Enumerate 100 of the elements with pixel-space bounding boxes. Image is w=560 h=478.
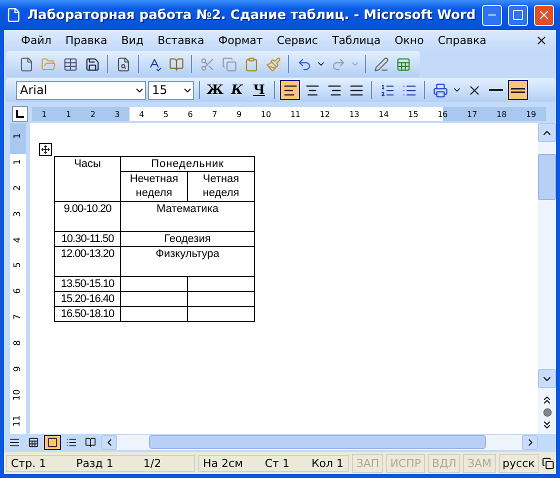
- ruler-number: 4: [139, 110, 144, 118]
- underline-button[interactable]: Ч: [249, 80, 269, 100]
- ruler-number: 4: [13, 236, 23, 242]
- browse-object-icon[interactable]: [542, 408, 552, 417]
- normal-view-icon: [9, 436, 20, 448]
- ruler-number: 13: [349, 110, 360, 118]
- next-page-icon[interactable]: [541, 419, 553, 431]
- ruler-number: 1: [13, 133, 23, 139]
- scroll-right-button[interactable]: [522, 434, 538, 450]
- ruler-number: 2: [90, 110, 96, 118]
- scroll-up-button[interactable]: [538, 123, 556, 142]
- cut-icon: [200, 56, 214, 72]
- ruler-number: 7: [13, 314, 23, 320]
- menu-item[interactable]: Окно: [388, 34, 431, 46]
- ruler-number: 9: [13, 366, 23, 372]
- table-cell: 13.50-15.10: [54, 276, 120, 292]
- paste-icon: [244, 56, 258, 72]
- numbered-list-icon: [380, 82, 394, 98]
- border-icon: [511, 88, 525, 92]
- web-view-icon: [28, 436, 39, 448]
- menu-item[interactable]: Файл: [14, 34, 58, 46]
- table-cell: Понедельник: [120, 156, 254, 172]
- undo-icon: [296, 56, 312, 72]
- window-title: Лабораторная работа №2. Сдание таблиц. - Microsoft Word: [27, 8, 476, 22]
- print-view-icon: [47, 436, 58, 448]
- menu-item[interactable]: Правка: [58, 34, 114, 46]
- ruler-number: 1: [66, 110, 72, 118]
- ruler-number: 17: [467, 110, 478, 118]
- drawing-icon: [374, 56, 388, 72]
- table-cell: 15.20-16.40: [54, 292, 120, 306]
- previous-page-icon[interactable]: [541, 394, 553, 406]
- maximize-button[interactable]: [508, 4, 528, 26]
- ruler-number: 16: [438, 110, 448, 118]
- copy-icon: [222, 56, 236, 72]
- menu-item[interactable]: Вид: [114, 34, 151, 46]
- table-cell: 10.30-11.50: [54, 232, 120, 246]
- table-cell: 12.00-13.20: [54, 246, 120, 276]
- align-left-button[interactable]: [280, 80, 300, 100]
- language-indicator[interactable]: русск: [498, 454, 539, 472]
- font-field[interactable]: Arial: [16, 80, 146, 100]
- ruler-number: 10: [13, 389, 23, 401]
- ruler-number: 11: [13, 415, 23, 427]
- ruler-number: 10: [260, 110, 272, 118]
- new-document-icon: [18, 56, 34, 72]
- ruler-number: 1: [42, 110, 47, 118]
- table-icon: [62, 56, 78, 72]
- menu-item[interactable]: Вставка: [150, 34, 212, 46]
- ruler-number: 6: [13, 288, 23, 294]
- ruler-number: 9: [236, 110, 242, 118]
- align-left-icon: [282, 82, 298, 98]
- ruler-number: 8: [13, 340, 23, 346]
- redo-icon: [330, 56, 346, 72]
- status-text: Ст 1: [264, 456, 290, 470]
- bold-button[interactable]: Ж: [205, 80, 225, 100]
- ruler-number: 18: [496, 110, 507, 118]
- ruler-number: 6: [188, 110, 193, 118]
- menu-item[interactable]: Справка: [430, 34, 494, 46]
- status-text: 1/2: [143, 456, 162, 470]
- table-cell: 9.00-10.20: [54, 202, 120, 232]
- spreadsheet-icon: [396, 56, 410, 72]
- status-text: Кол 1: [311, 456, 344, 470]
- align-justify-icon: [348, 82, 364, 98]
- ruler-number: 15: [408, 110, 418, 118]
- outline-view-icon: [66, 436, 77, 448]
- table-move-handle[interactable]: [39, 143, 52, 156]
- table-cell: Физкультура: [120, 246, 254, 276]
- status-text: Разд 1: [76, 456, 114, 470]
- maximize-icon: [512, 9, 524, 21]
- scroll-thumb[interactable]: [538, 154, 556, 200]
- close-document-icon[interactable]: [535, 34, 548, 46]
- minimize-button[interactable]: [482, 4, 502, 26]
- ruler-number: 3: [13, 210, 23, 217]
- font-size-field[interactable]: 15: [148, 80, 194, 100]
- print-view-button[interactable]: [44, 434, 61, 450]
- ruler-number: 2: [13, 184, 23, 191]
- ruler-number: 12: [320, 110, 330, 118]
- menu-item[interactable]: Формат: [211, 34, 270, 46]
- print-preview-icon: [116, 56, 130, 72]
- status-text: Стр. 1: [11, 456, 46, 470]
- menu-item[interactable]: Сервис: [270, 34, 325, 46]
- ruler-number: 5: [163, 110, 169, 118]
- close-button[interactable]: [534, 4, 554, 26]
- table-cell: [120, 292, 188, 306]
- format-painter-icon: [266, 56, 280, 72]
- table-cell: [120, 276, 188, 292]
- bulleted-list-icon: [402, 82, 416, 98]
- ruler-number: 1: [13, 159, 23, 165]
- italic-button[interactable]: К: [227, 80, 247, 100]
- ruler-number: 5: [13, 262, 23, 268]
- folder-icon: [40, 56, 56, 72]
- reading-view-icon: [85, 436, 96, 448]
- scroll-thumb[interactable]: [149, 435, 486, 449]
- document-icon: [6, 7, 22, 23]
- tab-stop-icon[interactable]: [12, 106, 28, 122]
- menu-item[interactable]: Таблица: [324, 34, 388, 46]
- border-button[interactable]: [508, 80, 528, 100]
- ruler-number: 14: [378, 110, 389, 118]
- scroll-down-button[interactable]: [538, 369, 556, 388]
- scroll-left-button[interactable]: [101, 434, 117, 450]
- table-cell: [188, 276, 254, 292]
